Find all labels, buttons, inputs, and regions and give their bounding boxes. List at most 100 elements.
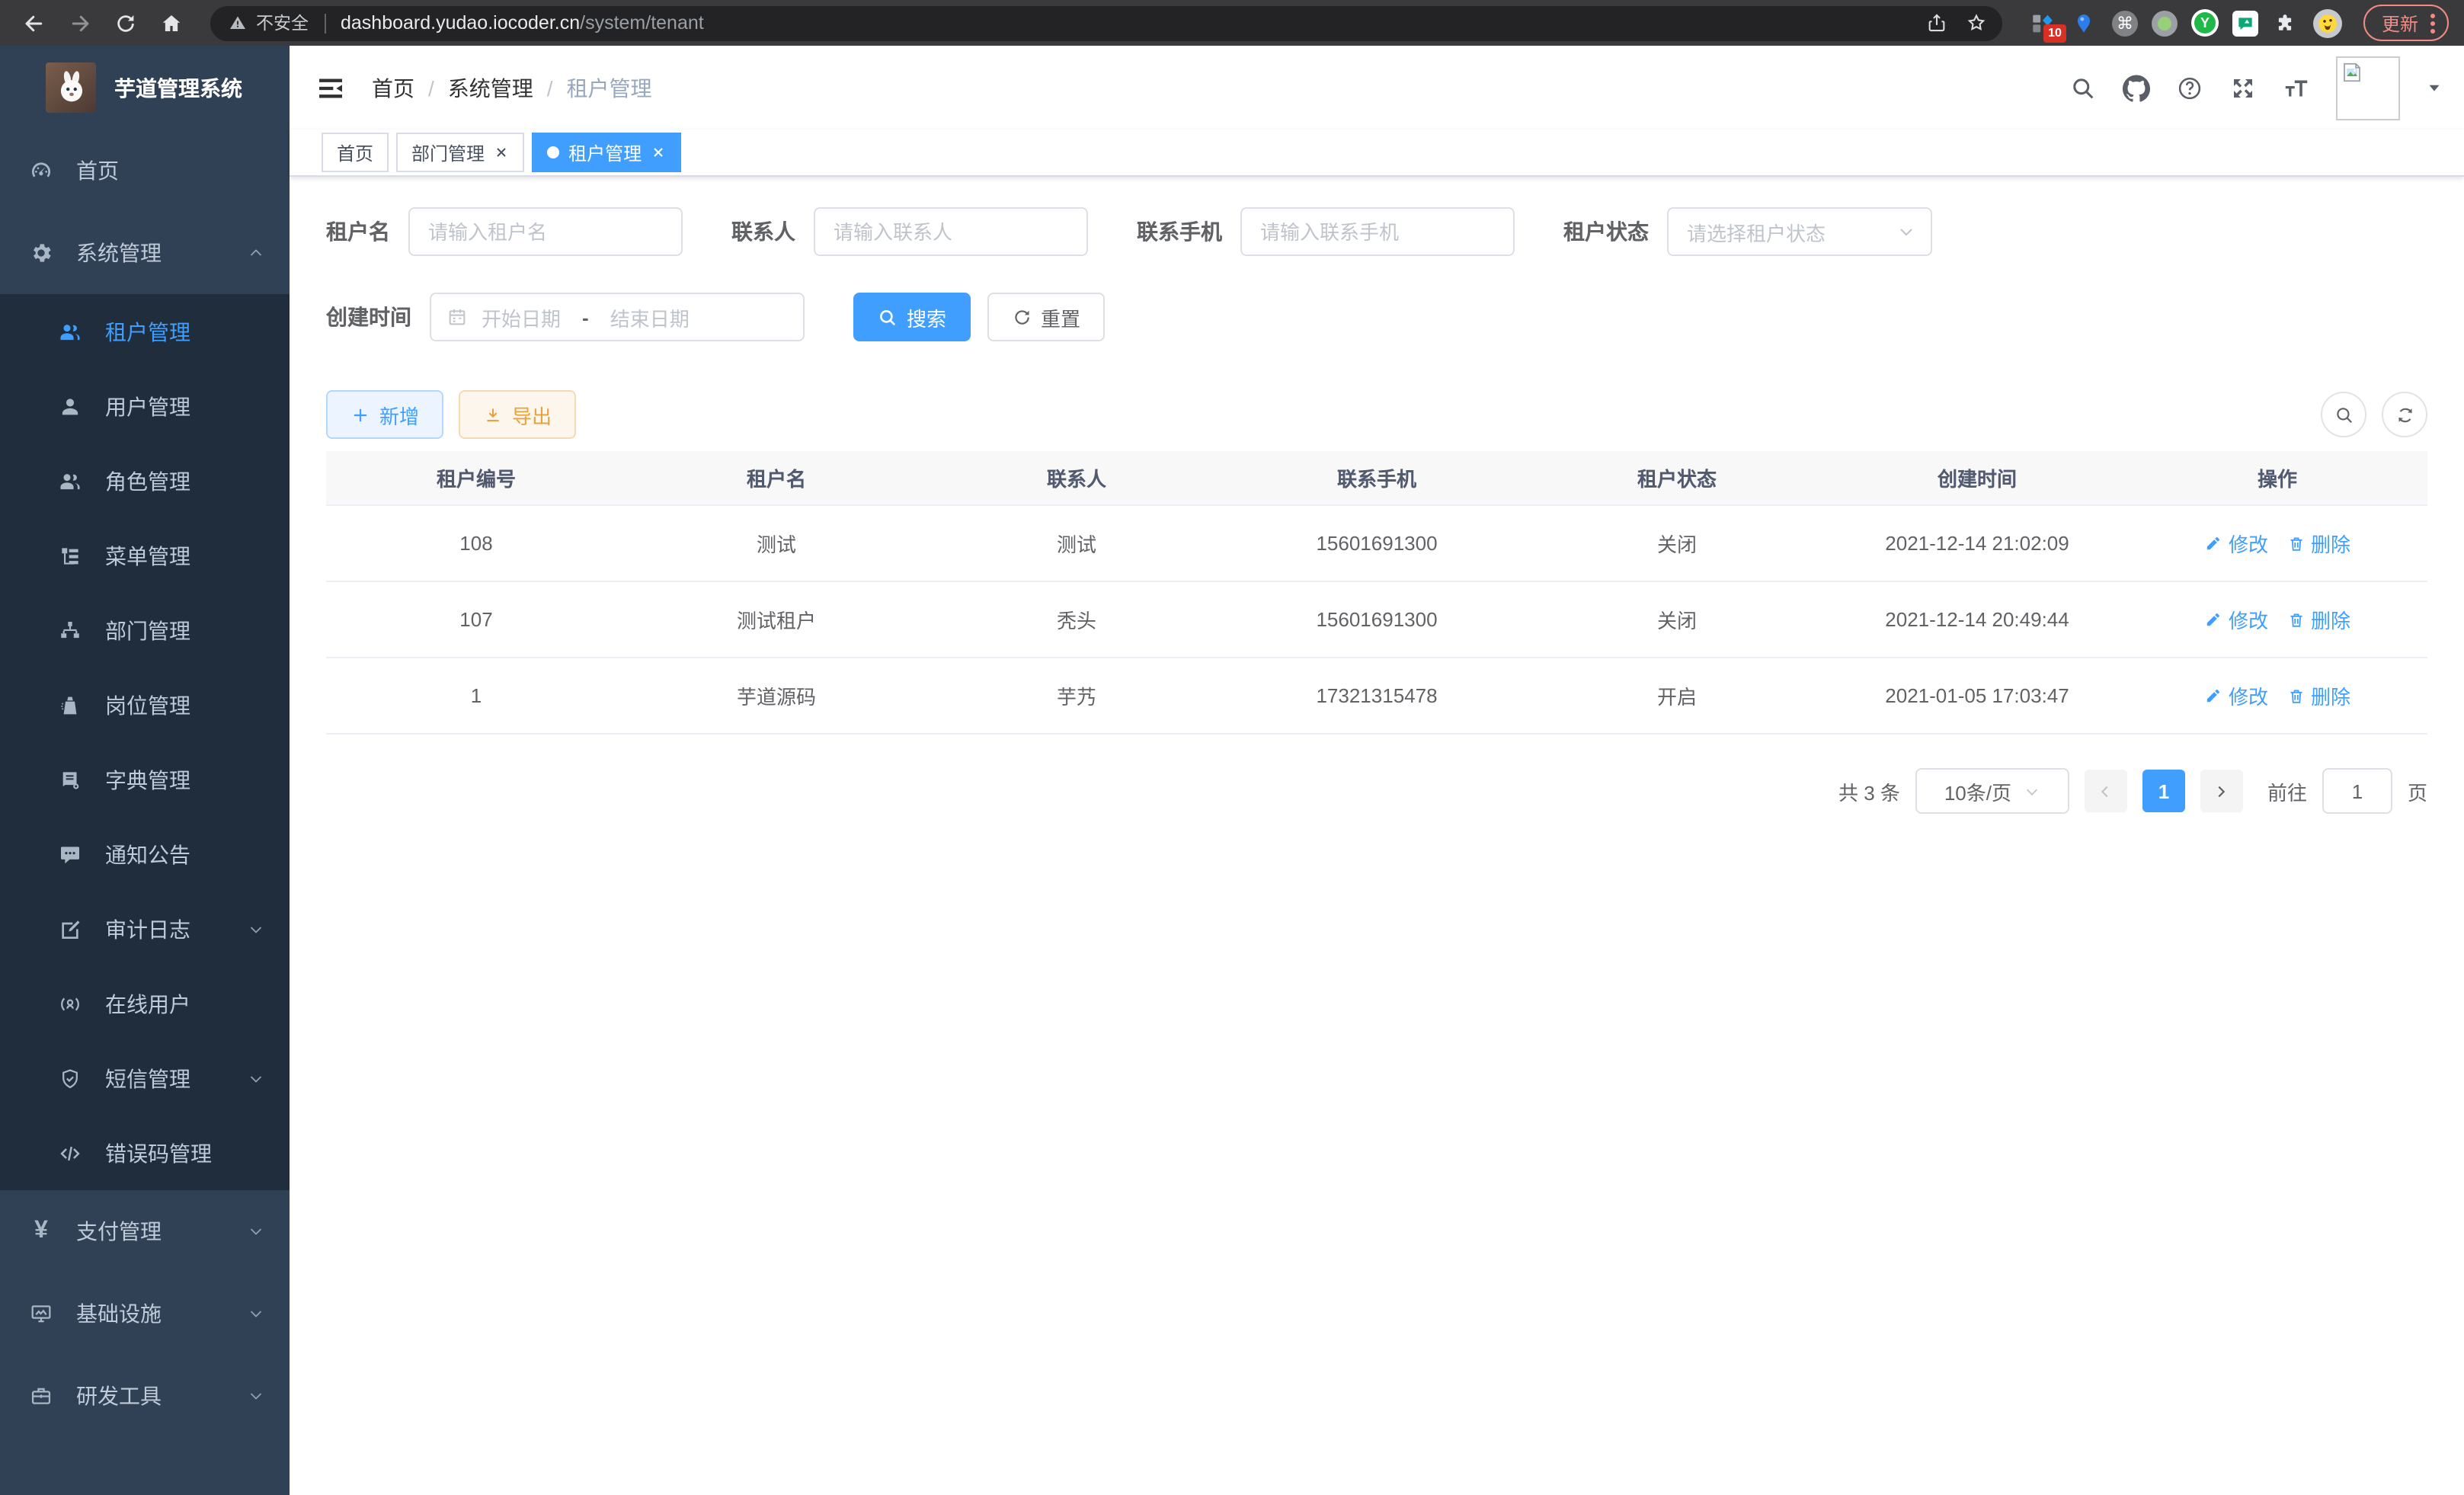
sidebar-item[interactable]: 部门管理 <box>0 593 290 667</box>
sidebar-item[interactable]: ¥支付管理 <box>0 1190 290 1273</box>
avatar-caret-icon[interactable] <box>2426 79 2443 96</box>
search-icon[interactable] <box>2069 74 2097 101</box>
tab-active[interactable]: 租户管理 <box>532 133 681 172</box>
reset-button[interactable]: 重置 <box>987 293 1105 341</box>
address-bar[interactable]: 不安全 dashboard.yudao.iocoder.cn/system/te… <box>210 5 2002 40</box>
sidebar-item[interactable]: 字典管理 <box>0 742 290 817</box>
filter-tenant-name: 租户名 <box>326 207 683 256</box>
help-icon[interactable] <box>2176 74 2203 101</box>
chevron-down-icon <box>247 1305 265 1323</box>
sidebar-item[interactable]: 用户管理 <box>0 369 290 443</box>
delete-link[interactable]: 删除 <box>2286 605 2350 634</box>
font-size-icon[interactable] <box>2283 74 2310 101</box>
contact-input[interactable] <box>814 207 1088 256</box>
sidebar-item[interactable]: 研发工具 <box>0 1355 290 1437</box>
add-button[interactable]: 新增 <box>326 390 443 439</box>
browser-back-button[interactable] <box>15 5 52 41</box>
table-toolbar: 新增 导出 <box>326 390 2427 439</box>
tenant-name-input[interactable] <box>408 207 683 256</box>
breadcrumb-item[interactable]: 首页 <box>372 72 414 103</box>
share-icon[interactable] <box>1926 12 1947 34</box>
app-logo[interactable]: 芋道管理系统 <box>0 46 290 130</box>
breadcrumb-item[interactable]: 系统管理 <box>448 72 533 103</box>
edit-link-label: 修改 <box>2229 605 2268 634</box>
delete-link[interactable]: 删除 <box>2286 681 2350 710</box>
extension-green-dot-icon[interactable] <box>2152 10 2178 36</box>
extension-tabs-icon[interactable]: 10 <box>2030 9 2057 37</box>
cell-name: 测试 <box>626 505 926 581</box>
sidebar-item[interactable]: 基础设施 <box>0 1273 290 1355</box>
sidebar-item[interactable]: 菜单管理 <box>0 518 290 593</box>
sidebar-item[interactable]: 角色管理 <box>0 443 290 518</box>
profile-avatar-icon[interactable] <box>2313 8 2342 37</box>
page-size-select[interactable]: 10条/页 <box>1915 768 2069 814</box>
column-header: 创建时间 <box>1827 451 2127 505</box>
sidebar-item-active[interactable]: 租户管理 <box>0 294 290 369</box>
next-page-button[interactable] <box>2200 770 2243 812</box>
filter-mobile: 联系手机 <box>1137 207 1515 256</box>
sidebar-item[interactable]: 短信管理 <box>0 1041 290 1116</box>
extension-balloon-icon[interactable] <box>2071 9 2098 37</box>
sidebar-item-label: 岗位管理 <box>105 690 190 720</box>
browser-update-button[interactable]: 更新 <box>2363 5 2449 41</box>
column-header: 操作 <box>2127 451 2427 505</box>
column-header: 租户状态 <box>1527 451 1827 505</box>
extension-command-icon[interactable]: ⌘ <box>2112 10 2138 36</box>
fullscreen-icon[interactable] <box>2229 74 2257 101</box>
cell-actions: 修改删除 <box>2127 505 2427 581</box>
cell-id: 1 <box>326 658 626 734</box>
toggle-search-button[interactable] <box>2321 392 2366 437</box>
app-header: 首页/系统管理/租户管理 <box>290 46 2464 130</box>
page-size-value: 10条/页 <box>1944 776 2011 805</box>
extension-chat-icon[interactable] <box>2232 10 2258 36</box>
prev-page-button[interactable] <box>2085 770 2127 812</box>
breadcrumb-item: 租户管理 <box>567 72 652 103</box>
user-avatar[interactable] <box>2336 56 2400 120</box>
date-separator: - <box>582 306 589 328</box>
sidebar-item-label: 研发工具 <box>76 1381 162 1411</box>
extension-yudao-icon[interactable]: Y <box>2191 9 2219 37</box>
extensions-puzzle-icon[interactable] <box>2272 9 2299 37</box>
logo-image <box>46 62 96 113</box>
sidebar-item[interactable]: 首页 <box>0 130 290 212</box>
edit-icon <box>2204 610 2222 629</box>
github-icon[interactable] <box>2123 74 2150 101</box>
online-icon <box>58 991 82 1016</box>
browser-reload-button[interactable] <box>107 5 143 41</box>
filter-status: 租户状态 请选择租户状态 <box>1563 207 1932 256</box>
breadcrumb-separator: / <box>547 75 553 100</box>
export-button[interactable]: 导出 <box>459 390 576 439</box>
sidebar-item[interactable]: 通知公告 <box>0 817 290 892</box>
security-chip[interactable]: 不安全 <box>229 11 309 35</box>
cell-name: 测试租户 <box>626 581 926 658</box>
bookmark-star-icon[interactable] <box>1966 12 1987 34</box>
goto-page-input[interactable] <box>2322 768 2392 814</box>
filter-row-1: 租户名 联系人 联系手机 租户状态 请选择租户状态 <box>326 207 2427 256</box>
delete-link[interactable]: 删除 <box>2286 529 2350 558</box>
sidebar-item[interactable]: 在线用户 <box>0 966 290 1041</box>
mobile-input[interactable] <box>1240 207 1515 256</box>
tab-item[interactable]: 部门管理 <box>396 133 524 172</box>
status-select[interactable]: 请选择租户状态 <box>1667 207 1932 256</box>
sidebar-item[interactable]: 岗位管理 <box>0 667 290 742</box>
refresh-table-button[interactable] <box>2382 392 2427 437</box>
browser-menu-icon[interactable] <box>2426 13 2440 33</box>
search-button[interactable]: 搜索 <box>853 293 971 341</box>
edit-link[interactable]: 修改 <box>2204 681 2268 710</box>
browser-home-button[interactable] <box>152 5 189 41</box>
date-range-picker[interactable]: 开始日期 - 结束日期 <box>430 293 805 341</box>
edit-link[interactable]: 修改 <box>2204 605 2268 634</box>
edit-link[interactable]: 修改 <box>2204 529 2268 558</box>
sidebar-item[interactable]: 系统管理 <box>0 212 290 294</box>
browser-forward-button[interactable] <box>61 5 98 41</box>
header-actions <box>2069 56 2443 120</box>
current-page-button[interactable]: 1 <box>2142 770 2185 812</box>
menu-fold-icon[interactable] <box>315 72 346 103</box>
sidebar-item[interactable]: 审计日志 <box>0 892 290 966</box>
contact-label: 联系人 <box>731 216 795 247</box>
sidebar-item[interactable]: 错误码管理 <box>0 1116 290 1190</box>
tab-item[interactable]: 首页 <box>322 133 389 172</box>
forward-icon <box>68 11 91 34</box>
close-icon[interactable] <box>651 145 666 160</box>
close-icon[interactable] <box>494 145 509 160</box>
